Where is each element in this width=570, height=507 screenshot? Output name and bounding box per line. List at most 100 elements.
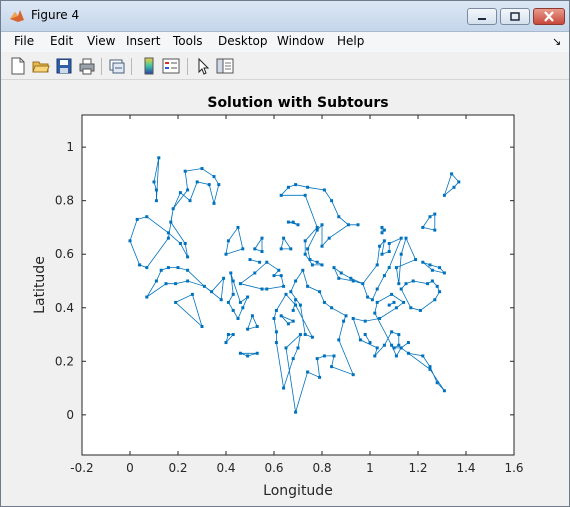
city-point [433,298,437,302]
city-point [428,215,432,219]
city-point [231,333,235,337]
city-point [145,295,149,299]
x-axis-label: Longitude [263,483,333,499]
city-point [320,223,324,227]
city-point [286,185,290,189]
city-point [399,236,403,240]
insert-colorbar-icon[interactable] [140,57,158,75]
city-point [363,333,367,337]
figure-canvas: Solution with Subtours -0.2 0 0.2 0.4 0.6 0.8 1… [8,81,562,501]
city-point [332,266,336,270]
city-point [253,247,257,251]
city-point [291,308,295,312]
menu-tools[interactable]: Tools [173,34,203,48]
menu-file[interactable]: File [14,34,34,48]
city-point [291,220,295,224]
city-point [279,274,283,278]
menu-window[interactable]: Window [277,34,324,48]
city-point [318,290,322,294]
city-point [390,330,394,334]
city-point [428,367,432,371]
city-point [265,260,269,264]
city-point [274,341,278,345]
city-point [332,354,336,358]
city-point [166,231,170,235]
city-point [306,284,310,288]
city-point [378,244,382,248]
city-point [282,386,286,390]
save-icon[interactable] [55,57,73,75]
city-point [265,287,269,291]
city-point [274,330,278,334]
city-point [154,188,158,192]
city-point [186,268,190,272]
menu-edit[interactable]: Edit [50,34,73,48]
x-tick-label: 1.6 [504,461,523,475]
city-point [346,223,350,227]
figure-window: Figure 4 File Edit View Insert Tools Des… [0,0,570,507]
y-tick-label: 0 [66,408,74,422]
city-point [183,169,187,173]
minimize-button[interactable] [467,8,497,25]
dock-figure-icon[interactable]: ↘ [552,35,561,48]
open-file-icon[interactable] [32,57,50,75]
city-point [428,365,432,369]
city-point [186,255,190,259]
maximize-button[interactable] [500,8,530,25]
city-point [380,225,384,229]
city-point [421,260,425,264]
property-inspector-icon[interactable] [216,57,234,75]
city-point [322,300,326,304]
city-point [337,338,341,342]
chart: Solution with Subtours -0.2 0 0.2 0.4 0.6 0.8 1… [32,95,524,499]
city-point [363,319,367,323]
city-point [246,327,250,331]
edit-plot-icon[interactable] [194,57,212,75]
city-point [380,231,384,235]
matlab-icon [10,10,24,22]
city-point [303,333,307,337]
link-figure-icon[interactable] [108,57,126,75]
city-point [212,201,216,205]
city-point [330,306,334,310]
city-point [277,268,281,272]
print-icon[interactable] [78,57,96,75]
window-title: Figure 4 [31,8,80,22]
city-point [294,279,298,283]
menu-view[interactable]: View [87,34,115,48]
y-axis-label: Latitude [32,256,48,314]
city-point [306,370,310,374]
city-point [404,282,408,286]
city-point [320,263,324,267]
city-point [387,242,391,246]
city-point [238,351,242,355]
y-tick-label: 1 [66,140,74,154]
city-point [229,271,233,275]
city-point [226,333,230,337]
city-point [178,242,182,246]
city-point [409,306,413,310]
menu-insert[interactable]: Insert [126,34,160,48]
city-point [238,282,242,286]
city-point [435,284,439,288]
city-point [135,217,139,221]
insert-legend-icon[interactable] [162,57,180,75]
close-button[interactable] [533,8,565,25]
city-point [397,333,401,337]
city-point [294,298,298,302]
city-point [368,341,372,345]
city-point [171,207,175,211]
city-point [394,354,398,358]
menu-desktop[interactable]: Desktop [218,34,268,48]
chart-title: Solution with Subtours [207,95,388,111]
city-point [289,290,293,294]
city-point [430,279,434,283]
city-point [378,316,382,320]
new-figure-icon[interactable] [9,57,27,75]
city-point [291,319,295,323]
menu-help[interactable]: Help [337,34,364,48]
city-point [231,279,235,283]
city-point [226,300,230,304]
menu-bar: File Edit View Insert Tools Desktop Wind… [1,32,569,52]
toolbar-separator [101,58,102,75]
